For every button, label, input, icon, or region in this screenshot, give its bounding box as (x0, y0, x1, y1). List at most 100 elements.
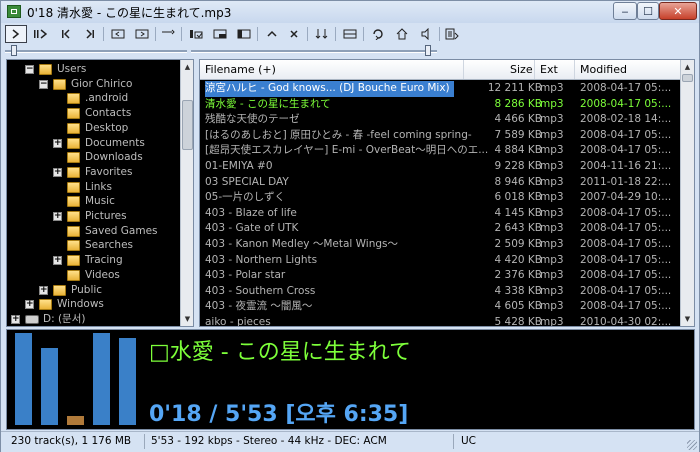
tree-item-label: Music (85, 195, 115, 208)
visualizer-bar (119, 338, 136, 425)
tree-scrollbar[interactable]: ▲ ▼ (180, 60, 193, 326)
track-row[interactable]: 03 SPECIAL DAY 8 946 KB mp3 2011-01-18 22:.… (200, 175, 680, 191)
track-row[interactable]: 清水愛 - この星に生まれて 8 286 KB mp3 2008-04-17 05:.… (200, 97, 680, 113)
move-up-icon[interactable] (261, 25, 283, 43)
track-filename: 03 SPECIAL DAY (205, 175, 289, 188)
track-row[interactable]: aiko - pieces 5 428 KB mp3 2010-04-30 02:..… (200, 315, 680, 327)
expand-icon[interactable]: + (53, 212, 62, 221)
track-size: 4 466 KB (494, 113, 543, 126)
track-filename: 01-EMIYA #0 (205, 160, 273, 172)
previous-icon[interactable] (55, 25, 77, 43)
track-list[interactable]: Filename (+) Size Ext Modified 涼宮ハルヒ - G… (199, 59, 695, 327)
repeat-icon[interactable] (367, 25, 389, 43)
track-row[interactable]: 403 - 夜霊流 ～闇風～ 4 605 KB mp3 2008-04-17 05:.… (200, 299, 680, 315)
folder-tree[interactable]: − Users − Gior Chirico .android Contacts Deskt… (6, 59, 194, 327)
remove-icon[interactable] (283, 25, 305, 43)
volume-track[interactable] (191, 50, 437, 53)
track-filename: aiko - pieces (205, 316, 271, 327)
tree-item-label: Public (71, 283, 103, 296)
column-modified[interactable]: Modified (580, 63, 627, 76)
layout-icon[interactable] (339, 25, 361, 43)
seek-thumb[interactable] (11, 45, 17, 56)
tree-item-label: Documents (85, 136, 145, 149)
track-ext: mp3 (540, 269, 564, 282)
list-scrollbar[interactable]: ▲ ▼ (680, 60, 694, 326)
scroll-up-icon[interactable]: ▲ (181, 60, 193, 73)
track-row[interactable]: 403 - Northern Lights 4 420 KB mp3 2008-04-… (200, 253, 680, 269)
scroll-thumb[interactable] (682, 74, 693, 82)
maximize-button[interactable]: ☐ (637, 2, 659, 20)
open-file-icon[interactable] (107, 25, 129, 43)
track-row[interactable]: 403 - Gate of UTK 2 643 KB mp3 2008-04-17 0… (200, 221, 680, 237)
track-row[interactable]: 01-EMIYA #0 9 228 KB mp3 2004-11-16 21:... (200, 159, 680, 175)
track-ext: mp3 (540, 175, 564, 188)
track-size: 5 428 KB (494, 316, 543, 327)
track-filename: 05-一片のしずく (205, 191, 285, 204)
expand-icon[interactable]: + (25, 300, 34, 310)
title-bar[interactable]: 0'18 清水愛 - この星に生まれて.mp3 ‒ ☐ ✕ (1, 1, 699, 23)
scroll-thumb[interactable] (182, 100, 193, 150)
expand-icon[interactable]: + (11, 314, 20, 324)
track-row[interactable]: 403 - Polar star 2 376 KB mp3 2008-04-17 05… (200, 268, 680, 284)
jump-icon[interactable] (157, 25, 179, 43)
panel-icon[interactable] (233, 25, 255, 43)
open-folder-icon[interactable] (131, 25, 153, 43)
folder-icon (67, 137, 80, 149)
minimize-button[interactable]: ‒ (613, 2, 637, 20)
track-size: 4 605 KB (494, 300, 543, 313)
column-divider[interactable] (574, 60, 575, 79)
resize-grip[interactable] (687, 440, 697, 450)
track-modified: 2008-04-17 05:... (580, 144, 672, 157)
next-icon[interactable] (79, 25, 101, 43)
track-row[interactable]: [超昂天使エスカレイヤー] E-mi - OverBeat～明日へのエ... 4 … (200, 143, 680, 159)
mini-mode-icon[interactable] (209, 25, 231, 43)
sort-icon[interactable] (311, 25, 333, 43)
track-filename: [超昂天使エスカレイヤー] E-mi - OverBeat～明日へのエ... (205, 144, 489, 157)
column-divider[interactable] (463, 60, 464, 79)
home-icon[interactable] (391, 25, 413, 43)
scroll-down-icon[interactable]: ▼ (681, 312, 694, 325)
volume-thumb[interactable] (425, 45, 431, 56)
track-modified: 2008-04-17 05:... (580, 284, 672, 297)
track-row[interactable]: 403 - Blaze of life 4 145 KB mp3 2008-04-17… (200, 206, 680, 222)
scroll-down-icon[interactable]: ▼ (181, 312, 193, 325)
track-row[interactable]: 残酷な天使のテーゼ 4 466 KB mp3 2008-02-18 14:... (200, 112, 680, 128)
track-ext: mp3 (540, 128, 564, 141)
volume-icon[interactable] (415, 25, 437, 43)
collapse-icon[interactable]: − (39, 79, 48, 89)
play-icon[interactable] (5, 25, 27, 43)
expand-icon[interactable]: + (53, 138, 62, 148)
expand-icon[interactable]: + (53, 167, 62, 177)
scroll-up-icon[interactable]: ▲ (681, 60, 694, 73)
track-filename: 403 - Gate of UTK (205, 222, 299, 235)
column-filename[interactable]: Filename (+) (205, 63, 276, 76)
pause-play-icon[interactable] (29, 25, 51, 43)
collapse-icon[interactable]: − (25, 65, 34, 74)
track-ext: mp3 (540, 191, 564, 204)
tree-item-label: D: (문서) (43, 312, 86, 325)
column-divider[interactable] (534, 60, 535, 79)
close-button[interactable]: ✕ (659, 2, 697, 20)
visualizer-bar (41, 348, 58, 425)
track-row[interactable]: 403 - Southern Cross 4 338 KB mp3 2008-04-1… (200, 284, 680, 300)
track-row[interactable]: 05-一片のしずく 6 018 KB mp3 2007-04-29 10:... (200, 190, 680, 206)
playlist-info-icon[interactable] (441, 25, 463, 43)
folder-icon (67, 255, 80, 267)
status-bar: 230 track(s), 1 176 MB 5'53 - 192 kbps -… (1, 431, 699, 452)
expand-icon[interactable]: + (39, 285, 48, 295)
playback-time: 0'18 / 5'53 [오후 6:35] (149, 402, 409, 427)
expand-icon[interactable]: + (53, 256, 62, 266)
column-ext[interactable]: Ext (540, 63, 558, 76)
equalizer-icon[interactable] (185, 25, 207, 43)
folder-icon (67, 211, 80, 222)
track-filename: 403 - Northern Lights (205, 253, 318, 266)
track-row[interactable]: 403 - Kanon Medley ～Metal Wings～ 2 509 KB… (200, 237, 680, 253)
track-size: 9 228 KB (494, 160, 543, 172)
track-row[interactable]: [はるのあしおと] 原田ひとみ - 春 -feel coming spring-… (200, 128, 680, 144)
column-size[interactable]: Size (510, 63, 533, 76)
folder-icon (39, 64, 52, 75)
seek-track[interactable] (5, 50, 187, 53)
tree-item-label: Searches (85, 239, 134, 252)
track-row[interactable]: 涼宮ハルヒ - God knows... (DJ Bouche Euro Mix… (200, 81, 680, 97)
tree-item-label: Gior Chirico (71, 77, 133, 90)
